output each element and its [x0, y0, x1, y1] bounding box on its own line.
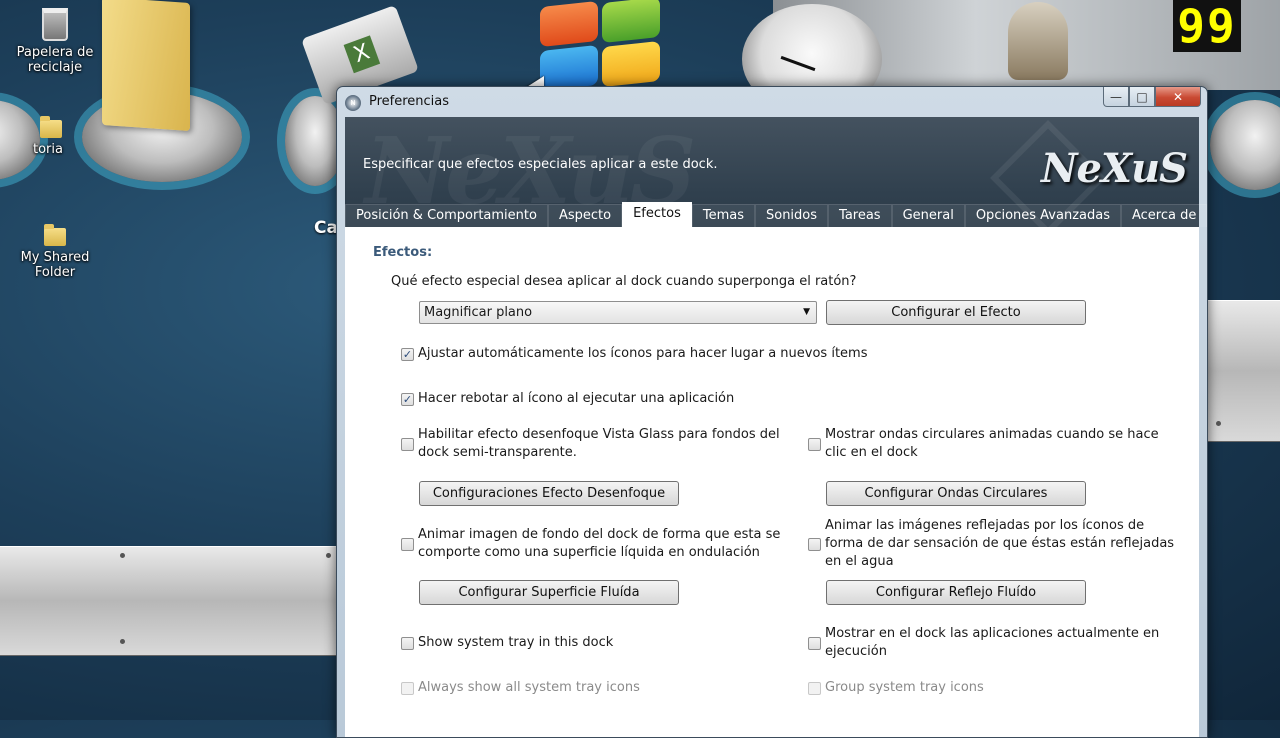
system-tray-checkbox[interactable]	[401, 637, 414, 650]
tab-general[interactable]: General	[891, 204, 965, 227]
ripples-label: Mostrar ondas circulares animadas cuando…	[825, 427, 1159, 460]
header-subtitle: Especificar que efectos especiales aplic…	[363, 157, 718, 172]
desktop-icon-label: Papelera de reciclaje	[16, 45, 94, 75]
tab-efectos[interactable]: Efectos	[622, 202, 692, 227]
configure-effect-button[interactable]: Configurar el Efecto	[826, 300, 1086, 325]
tab-acerca-de[interactable]: Acerca de	[1120, 204, 1208, 227]
liquid-bg-label: Animar imagen de fondo del dock de forma…	[418, 527, 781, 560]
chevron-down-icon: ▼	[803, 307, 810, 317]
effect-question: Qué efecto especial desea aplicar al doc…	[391, 274, 857, 289]
metal-bar	[0, 546, 338, 656]
ripples-settings-button[interactable]: Configurar Ondas Circulares	[826, 481, 1086, 506]
auto-adjust-checkbox[interactable]: ✓	[401, 348, 414, 361]
tab-posicion[interactable]: Posición & Comportamiento	[345, 204, 548, 227]
bounce-checkbox[interactable]: ✓	[401, 393, 414, 406]
nexus-app-icon: N	[345, 95, 361, 111]
tab-opciones-avanzadas[interactable]: Opciones Avanzadas	[964, 204, 1121, 227]
dock-item-label-partial: Ca	[314, 218, 338, 238]
folder-icon	[44, 224, 66, 246]
liquid-reflect-label: Animar las imágenes reflejadas por los í…	[825, 518, 1175, 569]
group-tray-checkbox[interactable]	[808, 682, 821, 695]
recycle-bin-desktop-icon[interactable]: Papelera de reciclaje	[0, 8, 110, 75]
effect-select-value: Magnificar plano	[424, 305, 533, 320]
large-folder-icon[interactable]	[102, 0, 190, 132]
close-button[interactable]: ✕	[1155, 87, 1201, 107]
counter-badge: 99	[1173, 0, 1241, 52]
window-titlebar[interactable]: N Preferencias — □ ✕	[337, 87, 1207, 117]
window-title: Preferencias	[369, 94, 450, 109]
liquid-reflect-checkbox[interactable]	[808, 538, 821, 551]
dock-disc	[1210, 100, 1280, 190]
tab-bar: Posición & Comportamiento Aspecto Efecto…	[345, 202, 1208, 227]
recycle-bin-icon	[42, 8, 68, 41]
section-title: Efectos:	[373, 245, 433, 260]
blur-label: Habilitar efecto desenfoque Vista Glass …	[418, 427, 780, 460]
running-apps-checkbox[interactable]	[808, 637, 821, 650]
liquid-bg-checkbox[interactable]	[401, 538, 414, 551]
tab-aspecto[interactable]: Aspecto	[547, 204, 623, 227]
folder-desktop-icon[interactable]: toria	[0, 116, 106, 157]
windows-logo-icon[interactable]	[540, 0, 665, 92]
running-apps-label: Mostrar en el dock las aplicaciones actu…	[825, 626, 1160, 659]
nexus-logo: NeXuS	[1040, 145, 1188, 192]
maximize-button[interactable]: □	[1129, 87, 1155, 107]
auto-adjust-label: Ajustar automáticamente los íconos para …	[418, 346, 868, 361]
tab-tareas[interactable]: Tareas	[828, 204, 892, 227]
ripples-checkbox[interactable]	[808, 438, 821, 451]
minimize-button[interactable]: —	[1103, 87, 1129, 107]
shared-folder-desktop-icon[interactable]: My Shared Folder	[0, 224, 110, 280]
desktop-icon-label: My Shared Folder	[20, 250, 90, 280]
fluid-reflect-button[interactable]: Configurar Reflejo Fluído	[826, 580, 1086, 605]
fluid-surface-button[interactable]: Configurar Superficie Fluída	[419, 580, 679, 605]
effect-select[interactable]: Magnificar plano ▼	[419, 301, 817, 324]
metal-bar	[1206, 300, 1280, 442]
tab-sonidos[interactable]: Sonidos	[754, 204, 829, 227]
always-show-tray-label: Always show all system tray icons	[418, 680, 640, 695]
effects-panel: Efectos: Qué efecto especial desea aplic…	[345, 227, 1199, 737]
group-tray-label: Group system tray icons	[825, 680, 984, 695]
blur-checkbox[interactable]	[401, 438, 414, 451]
system-tray-label: Show system tray in this dock	[418, 635, 614, 650]
character-figure-icon[interactable]	[1008, 2, 1068, 80]
folder-icon	[40, 116, 62, 138]
blur-settings-button[interactable]: Configuraciones Efecto Desenfoque	[419, 481, 679, 506]
preferences-window: N Preferencias — □ ✕ NeXuS Especificar q…	[336, 86, 1208, 738]
tab-temas[interactable]: Temas	[691, 204, 755, 227]
bounce-label: Hacer rebotar al ícono al ejecutar una a…	[418, 391, 735, 406]
desktop-icon-label: toria	[33, 142, 63, 157]
always-show-tray-checkbox[interactable]	[401, 682, 414, 695]
